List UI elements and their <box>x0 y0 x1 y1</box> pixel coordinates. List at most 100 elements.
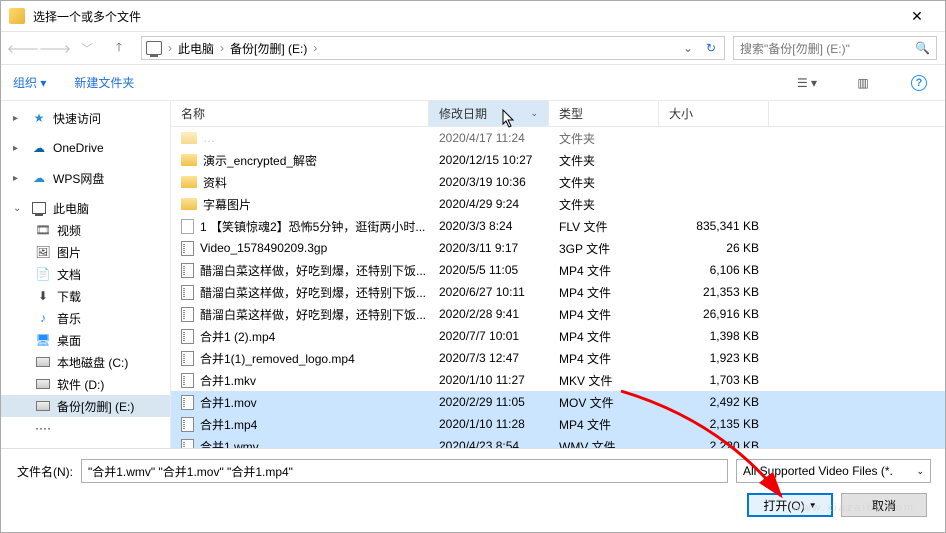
table-row[interactable]: 醋溜白菜这样做，好吃到爆，还特别下饭...2020/5/5 11:05MP4 文… <box>171 259 945 281</box>
media-icon <box>181 351 194 366</box>
folder-icon <box>181 198 197 210</box>
file-date: 2020/3/19 10:36 <box>429 175 549 189</box>
new-folder-button[interactable]: 新建文件夹 <box>74 74 134 91</box>
file-type: MOV 文件 <box>549 394 659 411</box>
file-date: 2020/7/3 12:47 <box>429 351 549 365</box>
file-name: 1 【笑镇惊魂2】恐怖5分钟，逛街两小时... <box>200 218 425 235</box>
file-size: 26,916 KB <box>659 307 769 321</box>
download-icon: ⬇ <box>35 288 51 304</box>
file-date: 2020/1/10 11:28 <box>429 417 549 431</box>
media-icon <box>181 329 194 344</box>
search-icon[interactable]: 🔍 <box>915 41 930 55</box>
titlebar: 选择一个或多个文件 ✕ <box>1 1 945 31</box>
desktop-icon: 🖥 <box>35 332 51 348</box>
file-type: MP4 文件 <box>549 284 659 301</box>
media-icon <box>181 439 194 449</box>
table-row[interactable]: 合并1 (2).mp42020/7/7 10:01MP4 文件1,398 KB <box>171 325 945 347</box>
breadcrumb-root[interactable]: 此电脑 <box>178 40 214 57</box>
sidebar-item-onedrive[interactable]: ▸☁OneDrive <box>1 137 170 159</box>
file-name: 字幕图片 <box>203 196 251 213</box>
file-type-filter[interactable]: All Supported Video Files (*.⌄ <box>736 459 931 483</box>
sidebar-item-desktop[interactable]: 🖥桌面 <box>1 329 170 351</box>
file-type: MP4 文件 <box>549 328 659 345</box>
table-row[interactable]: 合并1(1)_removed_logo.mp4 2020/7/3 12:47MP4… <box>171 347 945 369</box>
table-row[interactable]: 醋溜白菜这样做，好吃到爆，还特别下饭...2020/6/27 10:11MP4 … <box>171 281 945 303</box>
sidebar-item-d-drive[interactable]: 软件 (D:) <box>1 373 170 395</box>
sidebar-item-e-drive[interactable]: 备份[勿删] (E:) <box>1 395 170 417</box>
column-header-date[interactable]: 修改日期⌄ <box>429 101 549 126</box>
media-icon <box>181 307 194 322</box>
file-name: Video_1578490209.3gp <box>200 241 327 255</box>
app-icon <box>9 8 25 24</box>
recent-dropdown[interactable]: ﹀ <box>73 36 101 60</box>
file-type: MP4 文件 <box>549 350 659 367</box>
file-area: 名称 修改日期⌄ 类型 大小 … 2020/4/17 11:24 文件夹 演示_… <box>171 101 945 448</box>
file-type: MP4 文件 <box>549 416 659 433</box>
breadcrumb-sub[interactable]: 备份[勿删] (E:) <box>230 40 307 57</box>
pc-icon <box>31 200 47 216</box>
preview-pane-button[interactable]: ▥ <box>849 72 877 94</box>
file-type: 文件夹 <box>549 196 659 213</box>
column-header-name[interactable]: 名称 <box>171 101 429 126</box>
file-name: 醋溜白菜这样做，好吃到爆，还特别下饭... <box>200 262 426 279</box>
address-bar[interactable]: › 此电脑 › 备份[勿删] (E:) › ⌄ ↻ <box>141 36 725 60</box>
table-row[interactable]: 合并1.wmv2020/4/23 8:54WMV 文件2,220 KB <box>171 435 945 448</box>
sidebar-item-more[interactable]: ···· <box>1 417 170 439</box>
sidebar-item-wps[interactable]: ▸☁WPS网盘 <box>1 167 170 189</box>
close-button[interactable]: ✕ <box>897 1 937 31</box>
file-type: 文件夹 <box>549 152 659 169</box>
up-button[interactable]: 🡑 <box>105 36 133 60</box>
table-row[interactable]: 醋溜白菜这样做，好吃到爆，还特别下饭...2020/2/28 9:41MP4 文… <box>171 303 945 325</box>
file-name: 醋溜白菜这样做，好吃到爆，还特别下饭... <box>200 284 426 301</box>
media-icon <box>181 285 194 300</box>
sidebar-item-quick-access[interactable]: ▸★快速访问 <box>1 107 170 129</box>
file-date: 2020/2/29 11:05 <box>429 395 549 409</box>
filename-input[interactable] <box>81 459 728 483</box>
file-name: 合并1 (2).mp4 <box>200 328 275 345</box>
file-name: 演示_encrypted_解密 <box>203 152 317 169</box>
table-row[interactable]: … 2020/4/17 11:24 文件夹 <box>171 127 945 149</box>
table-row[interactable]: 资料2020/3/19 10:36文件夹 <box>171 171 945 193</box>
refresh-button[interactable]: ↻ <box>702 41 720 55</box>
forward-button[interactable]: 🡒 <box>41 36 69 60</box>
window-title: 选择一个或多个文件 <box>33 8 897 25</box>
organize-menu[interactable]: 组织 ▾ <box>13 74 46 91</box>
file-icon <box>181 219 194 234</box>
sidebar-item-pictures[interactable]: 🖼图片 <box>1 241 170 263</box>
help-button[interactable]: ? <box>905 72 933 94</box>
file-type: MP4 文件 <box>549 306 659 323</box>
table-row[interactable]: 1 【笑镇惊魂2】恐怖5分钟，逛街两小时...2020/3/3 8:24FLV … <box>171 215 945 237</box>
file-list[interactable]: … 2020/4/17 11:24 文件夹 演示_encrypted_解密202… <box>171 127 945 448</box>
search-input[interactable]: 搜索"备份[勿删] (E:)" 🔍 <box>733 36 937 60</box>
table-row[interactable]: 合并1.mp42020/1/10 11:28MP4 文件2,135 KB <box>171 413 945 435</box>
search-placeholder: 搜索"备份[勿删] (E:)" <box>740 40 850 57</box>
table-row[interactable]: 演示_encrypted_解密2020/12/15 10:27文件夹 <box>171 149 945 171</box>
picture-icon: 🖼 <box>35 244 51 260</box>
music-icon: ♪ <box>35 310 51 326</box>
pc-icon <box>146 41 162 55</box>
sidebar-item-downloads[interactable]: ⬇下载 <box>1 285 170 307</box>
media-icon <box>181 373 194 388</box>
sidebar-item-music[interactable]: ♪音乐 <box>1 307 170 329</box>
sidebar: ▸★快速访问 ▸☁OneDrive ▸☁WPS网盘 ⌄此电脑 🎞视频 🖼图片 📄… <box>1 101 171 448</box>
toolbar: 组织 ▾ 新建文件夹 ☰ ▾ ▥ ? <box>1 65 945 101</box>
file-size: 26 KB <box>659 241 769 255</box>
table-row[interactable]: 字幕图片2020/4/29 9:24文件夹 <box>171 193 945 215</box>
table-row[interactable]: Video_1578490209.3gp2020/3/11 9:173GP 文件… <box>171 237 945 259</box>
column-header-size[interactable]: 大小 <box>659 101 769 126</box>
file-date: 2020/4/23 8:54 <box>429 439 549 448</box>
back-button[interactable]: 🡐 <box>9 36 37 60</box>
sidebar-item-this-pc[interactable]: ⌄此电脑 <box>1 197 170 219</box>
address-dropdown[interactable]: ⌄ <box>680 41 696 55</box>
sidebar-item-documents[interactable]: 📄文档 <box>1 263 170 285</box>
file-name: 合并1(1)_removed_logo.mp4 <box>200 350 355 367</box>
sidebar-item-videos[interactable]: 🎞视频 <box>1 219 170 241</box>
column-header-type[interactable]: 类型 <box>549 101 659 126</box>
file-size: 1,398 KB <box>659 329 769 343</box>
sidebar-item-c-drive[interactable]: 本地磁盘 (C:) <box>1 351 170 373</box>
table-row[interactable]: 合并1.mkv2020/1/10 11:27MKV 文件1,703 KB <box>171 369 945 391</box>
video-icon: 🎞 <box>35 222 51 238</box>
view-options-button[interactable]: ☰ ▾ <box>793 72 821 94</box>
table-row[interactable]: 合并1.mov2020/2/29 11:05MOV 文件2,492 KB <box>171 391 945 413</box>
file-type: MKV 文件 <box>549 372 659 389</box>
